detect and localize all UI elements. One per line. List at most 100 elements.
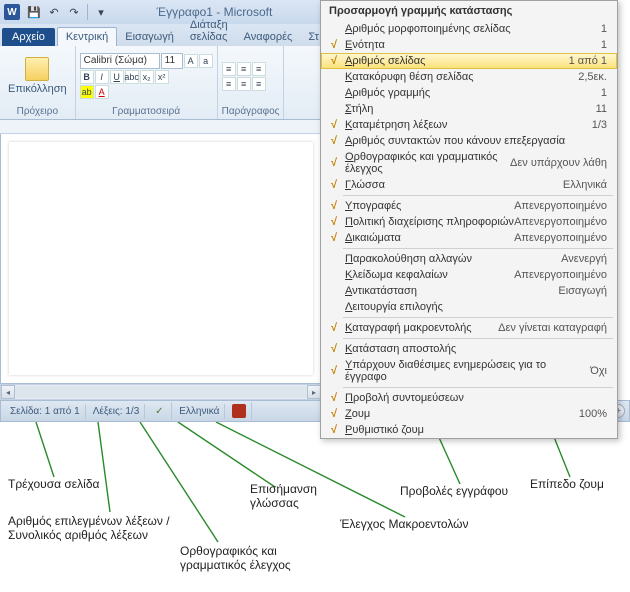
status-word-count[interactable]: Λέξεις: 1/3 bbox=[88, 404, 146, 419]
ctx-item-14[interactable]: Κλείδωμα κεφαλαίωνΑπενεργοποιημένο bbox=[321, 267, 617, 283]
ctx-item-11[interactable]: √Πολιτική διαχείρισης πληροφοριώνΑπενεργ… bbox=[321, 214, 617, 230]
horizontal-scrollbar[interactable]: ◂ ▸ bbox=[0, 384, 322, 400]
status-macro[interactable] bbox=[227, 402, 252, 420]
ctx-label: Αριθμός γραμμής bbox=[343, 87, 601, 99]
italic-icon[interactable]: I bbox=[95, 70, 109, 84]
bullets-icon[interactable]: ≡ bbox=[222, 62, 236, 76]
underline-icon[interactable]: U bbox=[110, 70, 124, 84]
callouts: Τρέχουσα σελίδα Αριθμός επιλεγμένων λέξε… bbox=[0, 422, 630, 592]
scroll-track[interactable] bbox=[15, 386, 307, 398]
status-language[interactable]: Ελληνικά bbox=[174, 404, 225, 419]
qat-sep bbox=[87, 4, 88, 20]
context-menu-title: Προσαρμογή γραμμής κατάστασης bbox=[321, 1, 617, 21]
ctx-value: 11 bbox=[596, 103, 613, 115]
ctx-item-4[interactable]: Αριθμός γραμμής1 bbox=[321, 85, 617, 101]
tab-home[interactable]: Κεντρική bbox=[57, 27, 117, 46]
grow-font-icon[interactable]: A bbox=[184, 54, 198, 68]
callout-zoom: Επίπεδο ζουμ bbox=[530, 477, 604, 491]
ctx-item-3[interactable]: Κατακόρυφη θέση σελίδας2,5εκ. bbox=[321, 69, 617, 85]
ctx-separator bbox=[343, 338, 613, 339]
shrink-font-icon[interactable]: a bbox=[199, 54, 213, 68]
font-name-box[interactable]: Calibri (Σώμα) bbox=[80, 53, 160, 69]
check-icon: √ bbox=[325, 408, 343, 420]
scroll-left-icon[interactable]: ◂ bbox=[1, 385, 15, 399]
ctx-item-2[interactable]: √Αριθμός σελίδας1 από 1 bbox=[321, 53, 617, 69]
ctx-item-8[interactable]: √Ορθογραφικός και γραμματικός έλεγχοςΔεν… bbox=[321, 149, 617, 177]
align-left-icon[interactable]: ≡ bbox=[222, 77, 236, 91]
ctx-label: Αριθμός μορφοποιημένης σελίδας bbox=[343, 23, 601, 35]
status-spellcheck[interactable]: ✓ bbox=[147, 402, 172, 420]
scroll-right-icon[interactable]: ▸ bbox=[307, 385, 321, 399]
check-icon: √ bbox=[325, 322, 343, 334]
subscript-icon[interactable]: x₂ bbox=[140, 70, 154, 84]
font-color-icon[interactable]: A bbox=[95, 85, 109, 99]
numbering-icon[interactable]: ≡ bbox=[237, 62, 251, 76]
ctx-label: Ορθογραφικός και γραμματικός έλεγχος bbox=[343, 151, 510, 175]
ctx-item-13[interactable]: Παρακολούθηση αλλαγώνΑνενεργή bbox=[321, 251, 617, 267]
ctx-item-15[interactable]: ΑντικατάστασηΕισαγωγή bbox=[321, 283, 617, 299]
multilevel-icon[interactable]: ≡ bbox=[252, 62, 266, 76]
bold-icon[interactable]: B bbox=[80, 70, 94, 84]
ctx-item-5[interactable]: Στήλη11 bbox=[321, 101, 617, 117]
ctx-item-0[interactable]: Αριθμός μορφοποιημένης σελίδας1 bbox=[321, 21, 617, 37]
tab-file[interactable]: Αρχείο bbox=[2, 28, 55, 46]
check-icon: √ bbox=[325, 392, 343, 404]
ctx-value: 1 από 1 bbox=[569, 55, 613, 67]
tab-layout[interactable]: Διάταξη σελίδας bbox=[182, 16, 236, 46]
ctx-label: Κλείδωμα κεφαλαίων bbox=[343, 269, 514, 281]
ctx-item-10[interactable]: √ΥπογραφέςΑπενεργοποιημένο bbox=[321, 198, 617, 214]
document-area[interactable] bbox=[0, 134, 322, 384]
tab-insert[interactable]: Εισαγωγή bbox=[117, 28, 182, 46]
paste-icon bbox=[25, 57, 49, 81]
ctx-value: Δεν υπάρχουν λάθη bbox=[510, 157, 613, 169]
ctx-label: Ενότητα bbox=[343, 39, 601, 51]
paste-button[interactable]: Επικόλληση bbox=[4, 55, 71, 97]
ctx-label: Αντικατάσταση bbox=[343, 285, 558, 297]
horizontal-ruler[interactable] bbox=[0, 120, 322, 134]
ribbon-group-paragraph: ≡ ≡ ≡ ≡ ≡ ≡ Παράγραφος bbox=[218, 46, 285, 119]
font-group-label: Γραμματοσειρά bbox=[80, 104, 213, 117]
align-right-icon[interactable]: ≡ bbox=[252, 77, 266, 91]
ctx-item-21[interactable]: √Ζουμ100% bbox=[321, 406, 617, 422]
ctx-item-19[interactable]: √Υπάρχουν διαθέσιμες ενημερώσεις για το … bbox=[321, 357, 617, 385]
check-icon: √ bbox=[325, 119, 343, 131]
ctx-item-16[interactable]: Λειτουργία επιλογής bbox=[321, 299, 617, 315]
ctx-value: 100% bbox=[579, 408, 613, 420]
ctx-value: 1 bbox=[601, 87, 613, 99]
check-icon: √ bbox=[325, 55, 343, 67]
ctx-label: Δικαιώματα bbox=[343, 232, 514, 244]
document-page[interactable] bbox=[9, 142, 313, 375]
align-center-icon[interactable]: ≡ bbox=[237, 77, 251, 91]
ctx-value: Απενεργοποιημένο bbox=[514, 216, 613, 228]
ctx-item-1[interactable]: √Ενότητα1 bbox=[321, 37, 617, 53]
tab-references[interactable]: Αναφορές bbox=[236, 28, 301, 46]
ctx-item-12[interactable]: √ΔικαιώματαΑπενεργοποιημένο bbox=[321, 230, 617, 246]
save-icon[interactable]: 💾 bbox=[25, 3, 43, 21]
superscript-icon[interactable]: x² bbox=[155, 70, 169, 84]
ctx-item-20[interactable]: √Προβολή συντομεύσεων bbox=[321, 390, 617, 406]
check-icon: √ bbox=[325, 39, 343, 51]
qat-dropdown-icon[interactable]: ▾ bbox=[92, 3, 110, 21]
status-page[interactable]: Σελίδα: 1 από 1 bbox=[5, 404, 86, 419]
ctx-item-7[interactable]: √Αριθμός συντακτών που κάνουν επεξεργασί… bbox=[321, 133, 617, 149]
ctx-separator bbox=[343, 195, 613, 196]
callout-current-page: Τρέχουσα σελίδα bbox=[8, 477, 99, 491]
paragraph-group-label: Παράγραφος bbox=[222, 104, 280, 117]
ctx-item-17[interactable]: √Καταγραφή μακροεντολήςΔεν γίνεται καταγ… bbox=[321, 320, 617, 336]
ctx-item-18[interactable]: √Κατάσταση αποστολής bbox=[321, 341, 617, 357]
strike-icon[interactable]: abc bbox=[125, 70, 139, 84]
check-icon: √ bbox=[325, 232, 343, 244]
ctx-item-9[interactable]: √ΓλώσσαΕλληνικά bbox=[321, 177, 617, 193]
ctx-value: Ανενεργή bbox=[561, 253, 613, 265]
callout-spellcheck: Ορθογραφικός και γραμματικός έλεγχος bbox=[180, 544, 300, 572]
highlight-icon[interactable]: ab bbox=[80, 85, 94, 99]
ctx-item-6[interactable]: √Καταμέτρηση λέξεων1/3 bbox=[321, 117, 617, 133]
ctx-value: Απενεργοποιημένο bbox=[514, 269, 613, 281]
font-size-box[interactable]: 11 bbox=[161, 53, 183, 69]
redo-icon[interactable]: ↷ bbox=[65, 3, 83, 21]
ribbon-group-font: Calibri (Σώμα) 11 A a B I U abc x₂ x² bbox=[76, 46, 218, 119]
ctx-item-22[interactable]: √Ρυθμιστικό ζουμ bbox=[321, 422, 617, 438]
check-icon: √ bbox=[325, 343, 343, 355]
ctx-label: Υπογραφές bbox=[343, 200, 514, 212]
undo-icon[interactable]: ↶ bbox=[45, 3, 63, 21]
